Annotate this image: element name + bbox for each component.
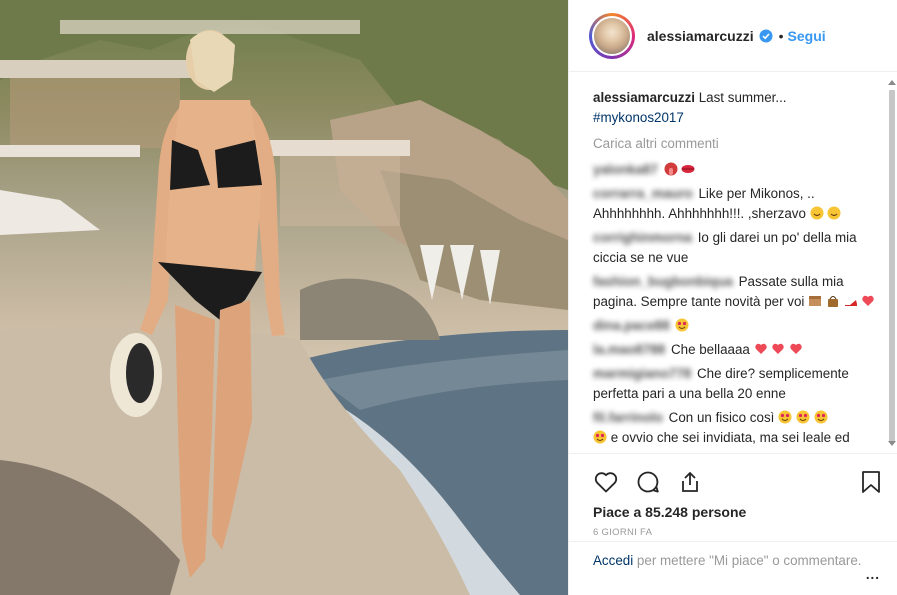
post-photo[interactable] <box>0 0 568 595</box>
login-footer: Accedi per mettere "Mi piace" o commenta… <box>569 541 897 595</box>
tongue-emoji-icon <box>664 162 678 176</box>
high-heel-emoji-icon <box>844 294 858 308</box>
header-separator: • <box>778 27 784 44</box>
comment-item: corrarra_mauro Like per Mikonos, .. Ahhh… <box>593 184 884 224</box>
instagram-post-window: alessiamarcuzzi • Segui alessiamarcuzzi … <box>0 0 897 595</box>
comment-item: marmigiano778 Che dire? semplicemente pe… <box>593 364 884 404</box>
caption-text: Last summer... <box>698 90 787 105</box>
rofl-emoji-icon <box>827 206 841 220</box>
caption-username[interactable]: alessiamarcuzzi <box>593 90 695 105</box>
box-emoji-icon <box>808 294 822 308</box>
post-side-panel: alessiamarcuzzi • Segui alessiamarcuzzi … <box>568 0 897 595</box>
post-actions: Piace a 85.248 persone 6 GIORNI FA <box>569 453 897 538</box>
comment-item: yalonka87 <box>593 160 884 180</box>
like-heart-icon[interactable] <box>593 469 619 495</box>
lips-emoji-icon <box>681 162 695 176</box>
scroll-down-arrow-icon[interactable] <box>888 441 896 446</box>
share-upload-icon[interactable] <box>677 469 703 495</box>
load-more-comments-button[interactable]: Carica altri commenti <box>593 134 884 154</box>
comment-bubble-icon[interactable] <box>635 469 661 495</box>
comment-item: corrighinmorna Io gli darei un po' della… <box>593 228 884 268</box>
comment-text: Che bellaaaa <box>670 342 750 357</box>
comment-username[interactable]: marmigiano778 <box>593 366 691 381</box>
heart-eyes-emoji-icon <box>814 410 828 424</box>
verified-badge-icon <box>759 29 773 43</box>
comment-username[interactable]: corrighinmorna <box>593 230 692 245</box>
avatar-image <box>592 15 632 56</box>
post-timestamp: 6 GIORNI FA <box>593 527 653 538</box>
comments-scrollbar[interactable] <box>888 74 896 452</box>
comment-item: fashion_bugbonbiqua Passate sulla mia pa… <box>593 272 884 312</box>
avatar[interactable] <box>589 12 635 59</box>
comment-username[interactable]: fil.farrinolo <box>593 410 663 425</box>
heart-eyes-emoji-icon <box>778 410 792 424</box>
comment-username[interactable]: yalonka87 <box>593 162 658 177</box>
more-options-icon[interactable]: ... <box>866 566 880 584</box>
comment-username[interactable]: fashion_bugbonbiqua <box>593 274 733 289</box>
header-username[interactable]: alessiamarcuzzi <box>647 28 754 44</box>
comment-username[interactable]: corrarra_mauro <box>593 186 693 201</box>
heart-emoji-icon <box>754 342 768 356</box>
scroll-thumb[interactable] <box>889 90 895 442</box>
heart-emoji-icon <box>861 294 875 308</box>
heart-eyes-emoji-icon <box>675 318 689 332</box>
follow-button[interactable]: Segui <box>788 28 826 44</box>
comment-item: fil.farrinolo Con un fisico così e ovvio… <box>593 408 884 448</box>
login-prompt-text: per mettere "Mi piace" o commentare. <box>633 553 862 568</box>
login-link[interactable]: Accedi <box>593 553 633 568</box>
comment-item: dina.pace88 <box>593 316 884 336</box>
scroll-up-arrow-icon[interactable] <box>888 80 896 85</box>
heart-eyes-emoji-icon <box>796 410 810 424</box>
heart-emoji-icon <box>789 342 803 356</box>
action-icon-row <box>593 462 884 502</box>
heart-eyes-emoji-icon <box>593 430 607 444</box>
likes-count[interactable]: Piace a 85.248 persone <box>593 504 884 520</box>
photo-illustration <box>0 0 568 595</box>
heart-emoji-icon <box>771 342 785 356</box>
comment-username[interactable]: dina.pace88 <box>593 318 670 333</box>
comment-username[interactable]: la.mao8788 <box>593 342 665 357</box>
comment-text: Con un fisico così <box>668 410 775 425</box>
save-bookmark-icon[interactable] <box>858 469 884 495</box>
caption-hashtag[interactable]: #mykonos2017 <box>593 110 684 125</box>
handbag-emoji-icon <box>826 294 840 308</box>
rofl-emoji-icon <box>810 206 824 220</box>
caption: alessiamarcuzzi Last summer... #mykonos2… <box>593 88 884 128</box>
comment-item: la.mao8788 Che bellaaaa <box>593 340 884 360</box>
comment-text: e ovvio che sei invidiata, ma sei leale … <box>610 430 850 445</box>
comments-list: alessiamarcuzzi Last summer... #mykonos2… <box>569 74 897 452</box>
post-header: alessiamarcuzzi • Segui <box>569 0 897 72</box>
